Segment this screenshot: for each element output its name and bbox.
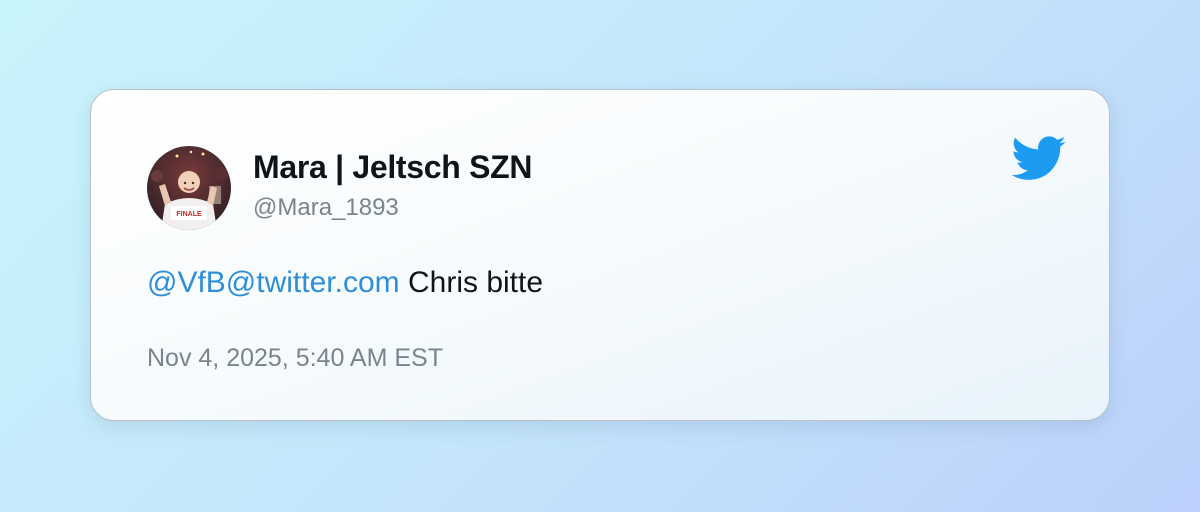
mention-link[interactable]: @VfB@twitter.com [147,266,400,299]
avatar[interactable]: FINALE [147,146,231,230]
tweet-timestamp[interactable]: Nov 4, 2025, 5:40 AM EST [147,344,443,373]
user-handle[interactable]: @Mara_1893 [253,194,399,222]
tweet-text: @VfB@twitter.com Chris bitte [147,266,543,300]
avatar-photo: FINALE [147,146,231,230]
twitter-bird-icon[interactable] [1011,136,1067,182]
avatar-shirt-text: FINALE [176,211,202,218]
tweet-body: Chris bitte [399,266,544,299]
tweet-card: FINALE Mara | Jeltsch SZN @Mara_1893 @Vf… [90,89,1110,421]
display-name[interactable]: Mara | Jeltsch SZN [253,149,533,186]
